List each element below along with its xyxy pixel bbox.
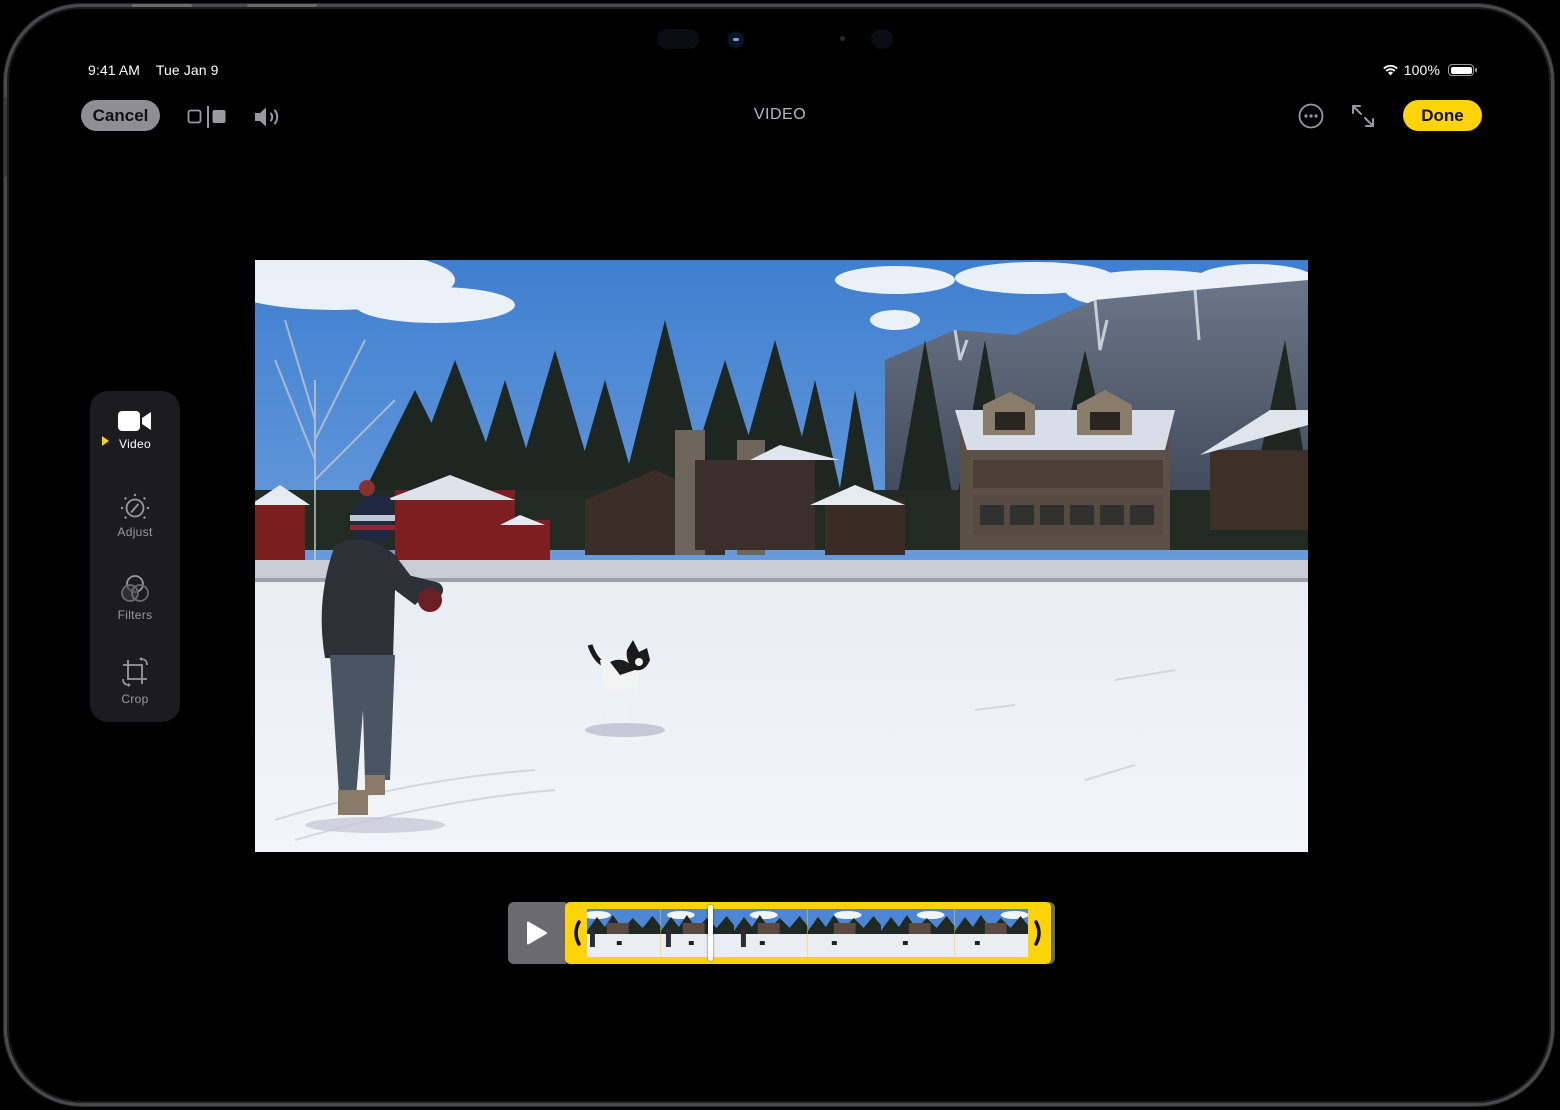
status-time: 9:41 AM	[88, 62, 141, 78]
edit-tools-sidebar: Video Adjust Filters Crop	[90, 391, 180, 722]
tool-adjust[interactable]: Adjust	[90, 493, 180, 539]
play-icon	[527, 921, 547, 945]
done-button[interactable]: Done	[1403, 100, 1482, 131]
tool-crop[interactable]: Crop	[90, 656, 180, 706]
chevron-left-icon[interactable]	[570, 920, 582, 946]
filmstrip-thumbnail	[954, 909, 1028, 957]
trim-range[interactable]	[565, 902, 1051, 964]
playhead[interactable]	[708, 905, 714, 961]
filmstrip-thumbnail	[587, 909, 661, 957]
filmstrip[interactable]	[587, 909, 1028, 957]
chevron-right-icon[interactable]	[1033, 920, 1045, 946]
big-house	[955, 390, 1175, 550]
top-toolbar: Cancel VIDEO Done	[0, 100, 1560, 132]
expand-arrows-icon[interactable]	[1350, 103, 1376, 129]
video-preview[interactable]	[255, 260, 1308, 852]
video-timeline	[508, 902, 1055, 964]
top-button	[247, 4, 317, 7]
wifi-icon	[1382, 64, 1398, 76]
tool-label: Adjust	[117, 525, 153, 539]
page-title: VIDEO	[753, 106, 807, 123]
play-button[interactable]	[508, 902, 566, 964]
status-bar-left: 9:41 AM Tue Jan 9	[88, 62, 230, 78]
crop-rotate-icon	[122, 657, 148, 687]
filmstrip-thumbnail	[734, 909, 808, 957]
video-camera-icon	[118, 411, 151, 431]
battery-percent: 100%	[1403, 62, 1440, 78]
status-bar-right: 100%	[1382, 62, 1477, 78]
active-indicator-icon	[102, 436, 109, 446]
filters-circles-icon	[121, 575, 149, 602]
video-image	[255, 260, 1308, 852]
top-button	[132, 4, 192, 7]
ellipsis-circle-icon[interactable]	[1298, 103, 1324, 129]
filmstrip-thumbnail	[881, 909, 955, 957]
tool-video[interactable]: Video	[90, 409, 180, 451]
front-camera	[657, 29, 917, 51]
adjust-dial-icon	[120, 493, 150, 519]
filmstrip-thumbnail	[807, 909, 881, 957]
tool-label: Crop	[121, 692, 149, 706]
filmstrip-thumbnail	[660, 909, 734, 957]
tool-filters[interactable]: Filters	[90, 574, 180, 622]
status-date: Tue Jan 9	[155, 62, 219, 78]
tool-label: Video	[119, 437, 151, 451]
tool-label: Filters	[117, 608, 153, 622]
battery-icon	[1448, 64, 1477, 76]
